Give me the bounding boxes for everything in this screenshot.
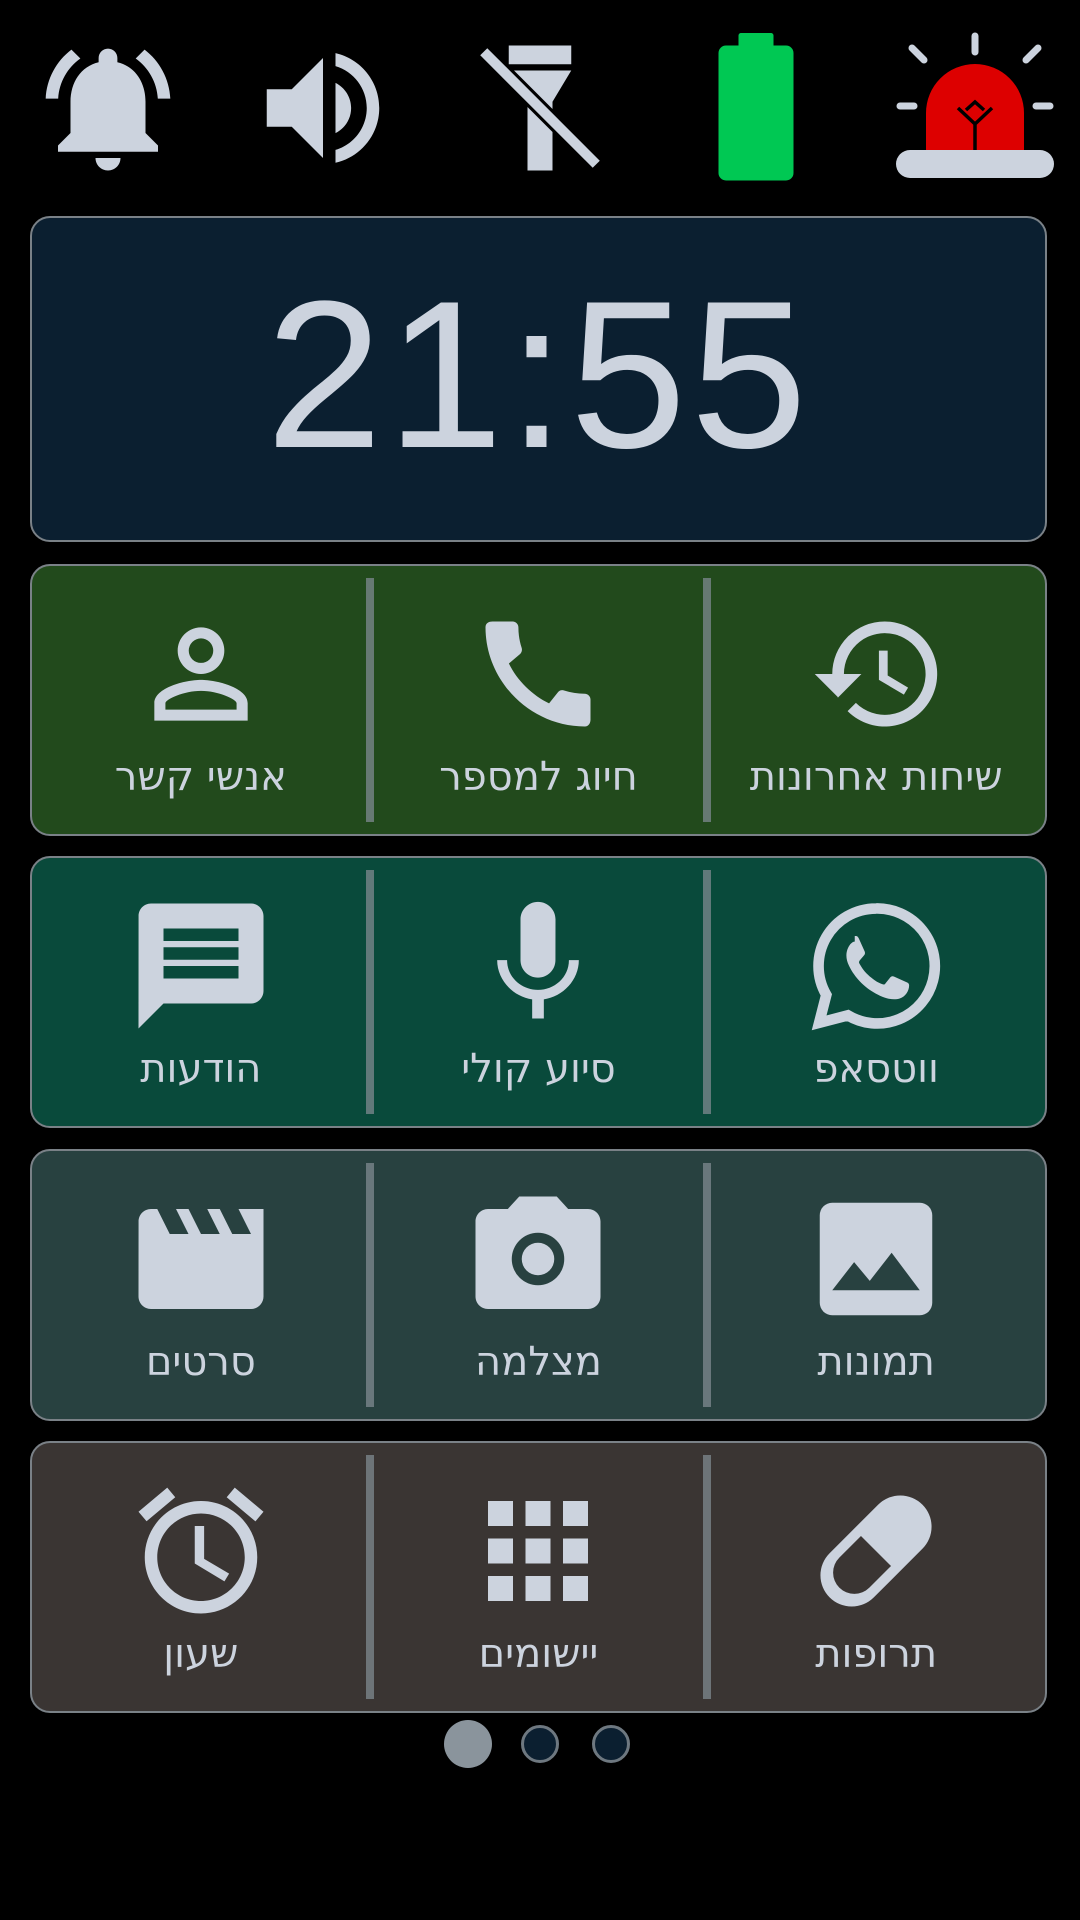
- clock-widget[interactable]: 21:55: [30, 216, 1047, 542]
- tile-label: סיוע קולי: [461, 1046, 616, 1092]
- phone-icon: [468, 604, 608, 744]
- apps-grid-icon: [463, 1481, 613, 1621]
- tile-dial-number[interactable]: חיוג למספר: [370, 566, 711, 834]
- clock-time: 21:55: [265, 257, 812, 492]
- alarm-clock-icon: [126, 1481, 276, 1621]
- tile-voice-assist[interactable]: סיוע קולי: [370, 858, 711, 1126]
- page-indicator: [0, 1720, 1080, 1770]
- camera-icon: [463, 1189, 613, 1329]
- page-dot[interactable]: [521, 1725, 559, 1763]
- emergency-siren-icon[interactable]: [890, 28, 1060, 188]
- tile-photos[interactable]: תמונות: [707, 1151, 1045, 1419]
- page-dot-current[interactable]: [444, 1720, 492, 1768]
- page-dot[interactable]: [592, 1725, 630, 1763]
- speaker-icon[interactable]: [243, 28, 403, 188]
- tile-label: אנשי קשר: [114, 754, 287, 800]
- tile-label: שיחות אחרונות: [749, 754, 1003, 800]
- tile-label: יישומים: [478, 1631, 599, 1677]
- pill-icon: [801, 1481, 951, 1621]
- tile-label: מצלמה: [475, 1339, 602, 1385]
- tile-label: הודעות: [140, 1046, 262, 1092]
- tile-contacts[interactable]: אנשי קשר: [32, 566, 374, 834]
- whatsapp-icon: [801, 896, 951, 1036]
- tile-label: שעון: [163, 1631, 239, 1677]
- row-media: תמונות מצלמה סרטים: [30, 1149, 1047, 1421]
- message-icon: [126, 896, 276, 1036]
- row-calls: שיחות אחרונות חיוג למספר אנשי קשר: [30, 564, 1047, 836]
- tile-messages[interactable]: הודעות: [32, 858, 374, 1126]
- tile-clock[interactable]: שעון: [32, 1443, 374, 1711]
- row-tools: תרופות יישומים שעון: [30, 1441, 1047, 1713]
- tile-label: סרטים: [145, 1339, 256, 1385]
- bell-icon[interactable]: [28, 28, 188, 188]
- tile-label: חיוג למספר: [439, 754, 638, 800]
- tile-camera[interactable]: מצלמה: [370, 1151, 711, 1419]
- tile-recent-calls[interactable]: שיחות אחרונות: [707, 566, 1045, 834]
- tile-medications[interactable]: תרופות: [707, 1443, 1045, 1711]
- tile-apps[interactable]: יישומים: [370, 1443, 711, 1711]
- tile-label: תמונות: [817, 1339, 935, 1385]
- contact-icon: [131, 604, 271, 744]
- tile-label: תרופות: [815, 1631, 938, 1677]
- clapperboard-icon: [126, 1189, 276, 1329]
- image-icon: [801, 1189, 951, 1329]
- tile-movies[interactable]: סרטים: [32, 1151, 374, 1419]
- microphone-icon: [468, 896, 608, 1036]
- battery-icon: [676, 28, 836, 188]
- status-bar: [0, 0, 1080, 200]
- tile-label: ווטסאפ: [813, 1046, 939, 1092]
- tile-whatsapp[interactable]: ווטסאפ: [707, 858, 1045, 1126]
- flashlight-off-icon[interactable]: [460, 28, 620, 188]
- row-messaging: ווטסאפ סיוע קולי הודעות: [30, 856, 1047, 1128]
- history-icon: [796, 604, 956, 744]
